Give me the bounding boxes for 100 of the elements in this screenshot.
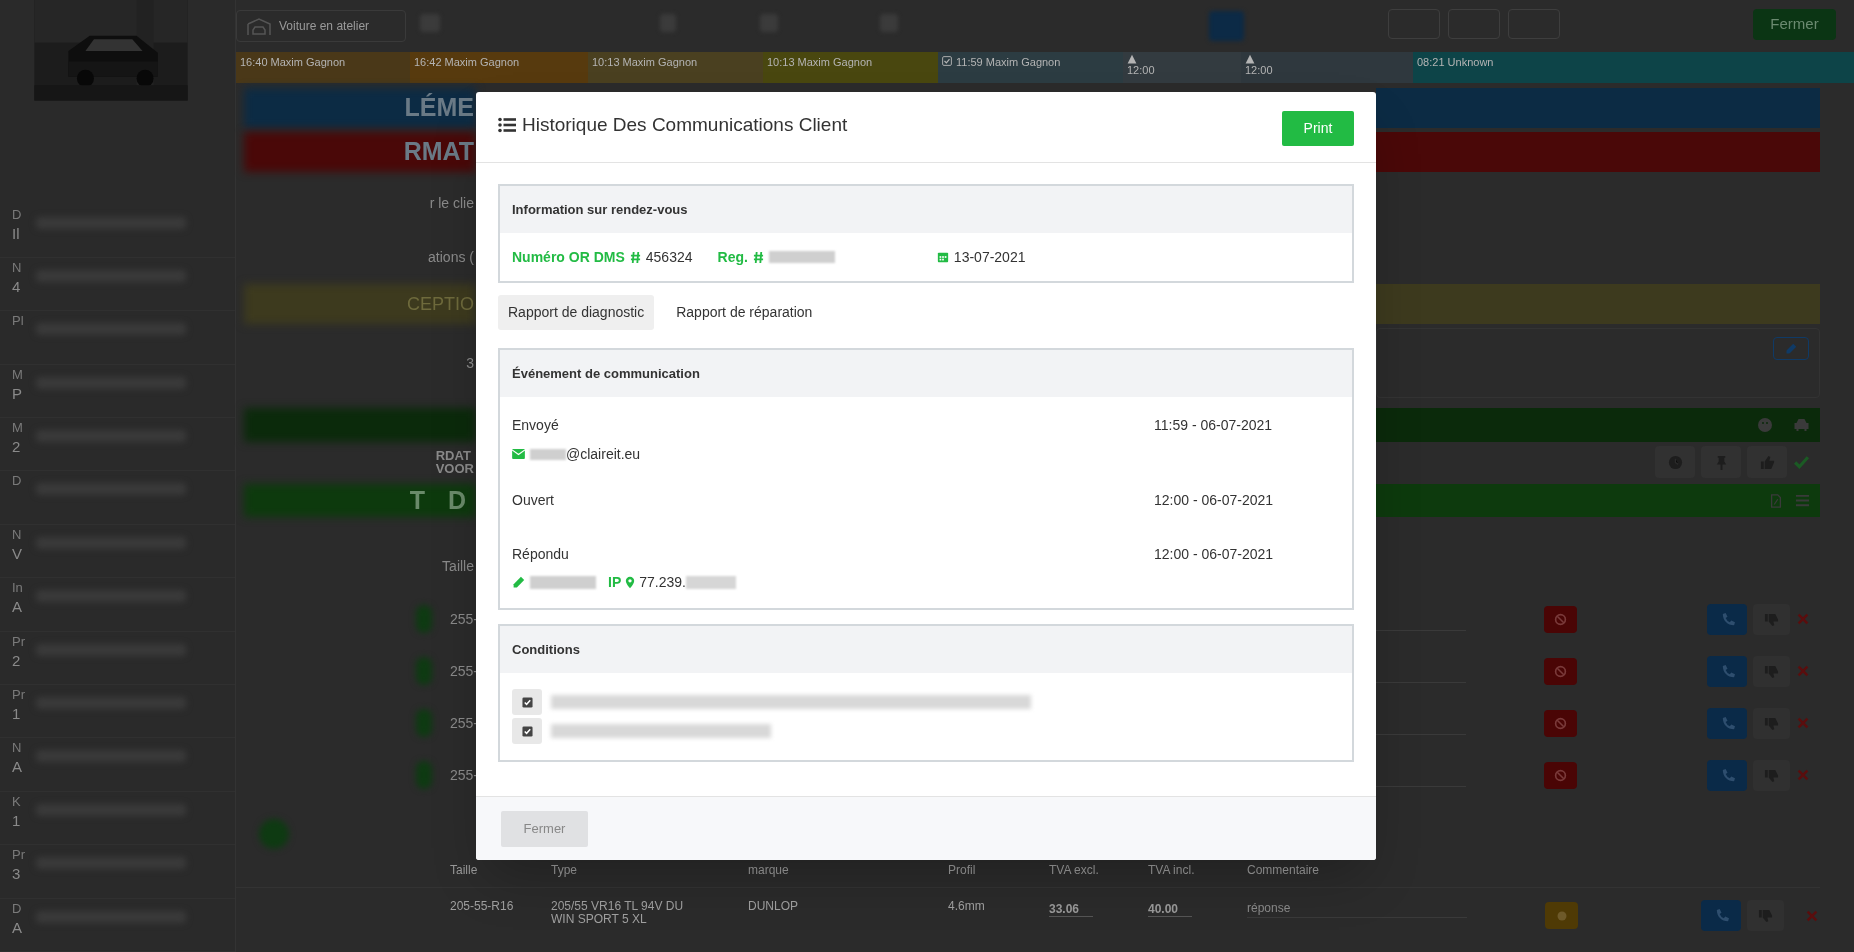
checkbox[interactable]	[512, 718, 542, 744]
column-header: Commentaire	[1247, 862, 1320, 879]
close-icon[interactable]	[1805, 909, 1819, 923]
timeline-chip[interactable]: 10:13 Maxim Gagnon	[588, 52, 763, 83]
field-value: 1	[12, 704, 21, 725]
field-label: M	[12, 419, 23, 438]
hashtag-icon	[629, 250, 641, 264]
field-value: A	[12, 917, 22, 938]
call-button[interactable]	[1701, 900, 1741, 931]
ip-address: 77.239.	[639, 572, 686, 592]
close-icon[interactable]	[1796, 716, 1810, 730]
edit-button[interactable]	[1773, 337, 1809, 360]
fragment-text: r le clie	[429, 193, 474, 213]
timeline-chip[interactable]: 12:00	[1241, 52, 1413, 83]
redacted-value	[685, 575, 736, 589]
table-cell-text: 255-	[450, 609, 479, 629]
block-button[interactable]	[1544, 709, 1577, 737]
chip-time: 12:00	[1245, 64, 1273, 76]
table-cell-text: 255-	[450, 713, 479, 733]
checkbox[interactable]	[512, 689, 542, 715]
chip-label: 10:13 Maxim Gagnon	[767, 55, 873, 70]
field-value: 4	[12, 276, 21, 297]
price-field[interactable]: 33.06	[1049, 902, 1093, 917]
status-button[interactable]	[1545, 902, 1578, 929]
panel-title: Information sur rendez-vous	[512, 200, 688, 219]
document-icon[interactable]	[1769, 492, 1783, 509]
field-value: V	[12, 543, 22, 564]
workshop-button[interactable]: Voiture en atelier	[236, 10, 406, 42]
event-label: Ouvert	[512, 490, 555, 510]
timeline-chip[interactable]: 16:42 Maxim Gagnon	[410, 52, 588, 83]
warning-icon	[1127, 54, 1137, 64]
field-label: D	[12, 899, 22, 918]
close-button[interactable]: Fermer	[501, 810, 588, 847]
pencil-icon	[1785, 342, 1797, 355]
order-number: 456324	[645, 247, 693, 267]
field-label: N	[12, 258, 22, 277]
field-value: 2	[12, 437, 21, 458]
ban-icon	[1554, 716, 1567, 730]
comment-field[interactable]: réponse	[1247, 898, 1467, 918]
close-icon[interactable]	[1796, 768, 1810, 782]
event-label: Répondu	[512, 544, 570, 564]
panel-title: Conditions	[512, 640, 580, 659]
close-icon[interactable]	[1796, 612, 1810, 626]
timeline-chip[interactable]: 16:40 Maxim Gagnon	[236, 52, 410, 83]
field-label: D	[12, 472, 22, 491]
block-button[interactable]	[1544, 605, 1577, 633]
event-time: 11:59 - 06-07-2021	[1154, 415, 1273, 435]
timeline-chip[interactable]: 08:21 Unknown	[1413, 52, 1854, 83]
blurred-badge	[416, 761, 432, 789]
event-time: 12:00 - 06-07-2021	[1154, 490, 1274, 510]
panel-title: Événement de communication	[512, 364, 700, 383]
calendar-icon	[936, 251, 949, 263]
table-cell: 205-55-R16	[450, 900, 514, 913]
field-label: Pr	[12, 846, 25, 865]
block-button[interactable]	[1544, 657, 1577, 685]
column-header: TVA excl.	[1049, 862, 1099, 879]
field-value: P	[12, 383, 22, 404]
field-value: A	[12, 757, 22, 778]
event-label: Envoyé	[512, 415, 560, 435]
timeline-chip[interactable]: 10:13 Maxim Gagnon	[763, 52, 938, 83]
close-icon[interactable]	[1796, 664, 1810, 678]
price-field[interactable]: 40.00	[1148, 902, 1192, 917]
field-label: N	[12, 525, 22, 544]
blurred-badge	[416, 657, 432, 685]
fragment-text: LÉME	[404, 92, 474, 124]
fragment-text: RDAT	[435, 449, 472, 462]
menu-icon[interactable]	[1795, 493, 1810, 508]
modal-title: Historique Des Communications Client	[522, 113, 848, 137]
block-button[interactable]	[1544, 761, 1577, 789]
check-icon	[521, 696, 533, 708]
report-tab[interactable]: Rapport de diagnostic	[498, 295, 655, 330]
close-button[interactable]: Fermer	[1753, 9, 1836, 40]
field-label: In	[12, 579, 23, 598]
column-header: Profil	[948, 862, 976, 879]
warning-icon	[1245, 54, 1255, 64]
chip-label: 10:13 Maxim Gagnon	[592, 55, 698, 70]
email-address: @claireit.eu	[566, 444, 641, 464]
timeline-chip[interactable]: 12:00	[1123, 52, 1241, 83]
call-button[interactable]	[1707, 603, 1747, 635]
field-label: D	[12, 205, 22, 224]
table-cell-text: 255-	[450, 661, 479, 681]
blurred-badge	[416, 605, 432, 633]
table-cell: 4.6mm	[948, 900, 985, 913]
fragment-text: Taille	[442, 556, 474, 576]
clock-button[interactable]	[1655, 446, 1695, 478]
car-icon[interactable]	[1793, 417, 1810, 433]
timeline-chip[interactable]: 11:59 Maxim Gagnon	[938, 52, 1123, 83]
table-cell-text: 205/55 VR16 TL 94V DU WIN SPORT 5 XL	[551, 900, 685, 926]
call-button[interactable]	[1707, 655, 1747, 687]
report-tab[interactable]: Rapport de réparation	[666, 295, 823, 330]
check-icon[interactable]	[1793, 453, 1810, 471]
field-label: Reg.	[717, 247, 748, 267]
redacted-value	[530, 448, 566, 460]
call-button[interactable]	[1707, 759, 1747, 791]
field-label: M	[12, 365, 23, 384]
chip-label: 11:59 Maxim Gagnon	[956, 55, 1061, 70]
call-button[interactable]	[1707, 707, 1747, 739]
smiley-icon[interactable]	[1757, 417, 1773, 433]
ban-icon	[1554, 768, 1567, 782]
column-header: marque	[748, 862, 789, 879]
